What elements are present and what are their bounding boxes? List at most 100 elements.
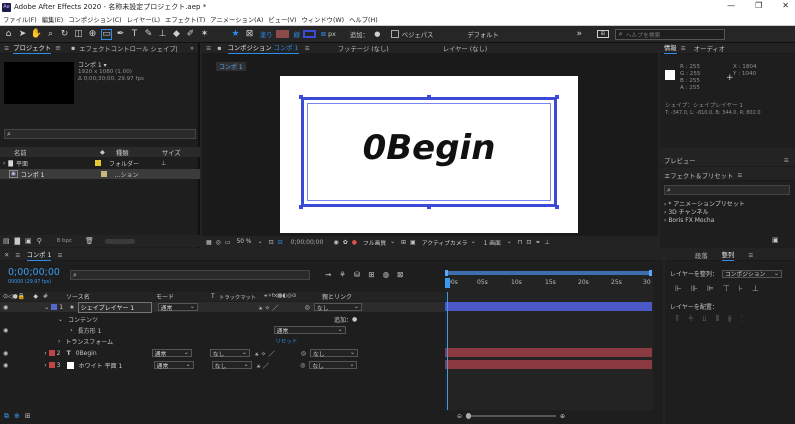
panel-menu-icon[interactable]: ≡ <box>57 252 62 259</box>
distribute-top-icon[interactable]: ⫪ <box>675 314 680 324</box>
col-name[interactable]: 名前 <box>14 148 100 157</box>
layer-label-color[interactable] <box>51 304 58 310</box>
layer-mode-select[interactable]: 通常 ⌄ <box>153 361 194 370</box>
col-size[interactable]: サイズ <box>162 148 181 157</box>
new-preset-icon[interactable]: ▣ <box>772 236 779 244</box>
col-parent[interactable]: 親とリンク <box>322 292 352 301</box>
pan-behind-tool-icon[interactable]: ⊕ <box>87 29 98 40</box>
distribute-left-icon[interactable]: ⫴ <box>716 314 719 324</box>
stroke-label[interactable]: 線 <box>294 30 300 39</box>
add-icon[interactable]: ● <box>352 316 357 323</box>
flowchart-icon[interactable]: ⊥ <box>544 239 549 246</box>
zoom-tool-icon[interactable]: ⌕ <box>45 29 56 40</box>
tab-composition[interactable]: コンポジション コンポ 1 <box>228 43 299 54</box>
project-scrollbar[interactable] <box>104 238 135 244</box>
timecode-display[interactable]: 0;00;00;00 <box>291 239 324 246</box>
effects-item[interactable]: › * アニメーションプリセット <box>664 201 745 209</box>
panel-menu-icon[interactable]: ≡ <box>55 44 61 52</box>
track-bar-solid[interactable] <box>445 360 652 369</box>
menu-animation[interactable]: アニメーション(A) <box>210 15 263 24</box>
hand-tool-icon[interactable]: ✋ <box>31 29 42 40</box>
switches[interactable]: ⚹ ✧ ／ <box>259 302 279 313</box>
timeline-timecode[interactable]: 0;00;00;00 <box>8 267 60 278</box>
expand-arrow-icon[interactable]: ⌄ <box>44 304 49 311</box>
search-help-icon[interactable]: ⊞ <box>596 30 609 38</box>
snap-icon[interactable]: ★ <box>230 29 241 40</box>
track-bar-shape[interactable] <box>445 302 652 311</box>
work-area-end[interactable] <box>649 270 652 276</box>
channel-icon[interactable]: ● <box>352 239 357 246</box>
tab-paragraph[interactable]: 段落 <box>695 251 708 260</box>
effects-search-input[interactable]: ⌕ <box>664 185 790 195</box>
label-color-swatch[interactable] <box>95 160 102 166</box>
parent-select[interactable]: なし ⌄ <box>313 303 362 312</box>
lock-icon[interactable]: ▪ <box>71 45 75 52</box>
tab-footage[interactable]: フッテージ (なし) <box>338 44 389 53</box>
region-icon[interactable]: ⊟ <box>278 239 283 246</box>
eraser-tool-icon[interactable]: ◆ <box>171 29 182 40</box>
align-bottom-icon[interactable]: ⊥ <box>752 284 759 293</box>
roto-brush-tool-icon[interactable]: ✐ <box>185 29 196 40</box>
comp-menu-icon[interactable]: ≡ <box>305 45 310 52</box>
panel-menu-icon[interactable]: ≡ <box>748 252 753 259</box>
camera-select[interactable]: アクティブカメラ ⌄ <box>419 238 478 247</box>
playhead-marker[interactable] <box>445 278 450 288</box>
quality-select[interactable]: フル画質 ⌄ <box>360 238 397 247</box>
distribute-right-icon[interactable]: ⫶ <box>741 314 743 324</box>
work-area-start[interactable] <box>445 270 448 276</box>
comp-name-label[interactable]: コンポ 1 ▾ <box>78 62 144 69</box>
col-trackmatte[interactable]: トラックマット <box>219 293 264 301</box>
parent-select[interactable]: なし ⌄ <box>309 361 358 370</box>
expand-arrow-icon[interactable]: › <box>58 338 60 345</box>
expand-arrow-icon[interactable]: › <box>44 362 46 369</box>
view-options-icon[interactable]: ⊓ <box>518 239 523 246</box>
interpret-footage-icon[interactable]: ▤ <box>3 237 10 245</box>
layer-label-color[interactable] <box>48 362 55 368</box>
draft-3d-icon[interactable]: ⚘ <box>339 270 346 279</box>
workspace-default[interactable]: デフォルト <box>467 30 498 39</box>
menu-icon[interactable]: ≡ <box>15 252 20 259</box>
menu-edit[interactable]: 編集(E) <box>42 15 64 24</box>
timeline-layer-row[interactable]: ◉ ⌄ 1 ★ シェイプレイヤー 1 通常 ⌄ ⚹ ✧ ／ ◎ なし ⌄ <box>0 301 445 313</box>
tab-comp-timeline[interactable]: コンポ 1 <box>27 250 52 261</box>
menu-icon[interactable]: ≡ <box>4 45 9 52</box>
maximize-button[interactable]: ❐ <box>755 1 762 10</box>
parent-pickwhip-icon[interactable]: ◎ <box>305 304 310 311</box>
bpc-label[interactable]: 8 bpc <box>57 238 72 244</box>
distribute-vcenter-icon[interactable]: ⫩ <box>689 314 694 324</box>
tab-audio[interactable]: オーディオ <box>694 44 725 53</box>
tab-project[interactable]: プロジェクト <box>13 43 51 54</box>
track-matte-select[interactable]: なし ⌄ <box>209 349 250 358</box>
align-to-select[interactable]: コンポジション ⌄ <box>721 269 782 278</box>
bezier-checkbox[interactable] <box>390 30 399 38</box>
roi-icon[interactable]: ⊞ <box>401 239 406 246</box>
track-matte-select[interactable]: なし ⌄ <box>211 361 252 370</box>
visibility-icon[interactable]: ◉ <box>3 350 8 357</box>
expand-modes-icon[interactable]: ⧉ <box>4 412 9 421</box>
stroke-color-swatch[interactable] <box>302 30 316 38</box>
track-bar-text[interactable] <box>445 348 652 357</box>
toggle-switches-icon[interactable]: ⊕ <box>14 412 20 420</box>
menu-effect[interactable]: エフェクト(T) <box>165 15 205 24</box>
menu-file[interactable]: ファイル(F) <box>3 15 37 24</box>
more-workspaces-icon[interactable]: » <box>574 29 585 40</box>
close-button[interactable]: ✕ <box>782 1 789 10</box>
render-icon[interactable]: ⚭ <box>535 239 540 246</box>
transform-row[interactable]: › トランスフォーム リセット <box>0 336 445 346</box>
timeline-search-input[interactable]: ⌕ <box>70 270 310 280</box>
new-comp-icon[interactable]: ▣ <box>25 237 32 245</box>
effects-item[interactable]: › Boris FX Mocha <box>664 217 745 225</box>
panel-menu-icon[interactable]: ≡ <box>784 157 789 164</box>
contents-row[interactable]: ⌄ コンテンツ 追加： ● <box>0 314 445 324</box>
align-hcenter-icon[interactable]: ⊪ <box>691 284 698 293</box>
parent-pickwhip-icon[interactable]: ◎ <box>301 350 306 357</box>
tab-layer[interactable]: レイヤー (なし) <box>443 44 488 53</box>
camera-tool-icon[interactable]: ◫ <box>73 29 84 40</box>
visibility-icon[interactable]: ◉ <box>3 327 8 334</box>
rectangle-mode-select[interactable]: 通常 ⌄ <box>273 326 346 335</box>
adjust-icon[interactable]: ⚲ <box>37 237 42 245</box>
render-time-icon[interactable]: ⊞ <box>25 412 31 420</box>
effects-item[interactable]: › 3D チャンネル <box>664 209 745 217</box>
shape-bbox-handle[interactable] <box>555 95 559 99</box>
zoom-in-icon[interactable]: ⊕ <box>560 413 565 420</box>
